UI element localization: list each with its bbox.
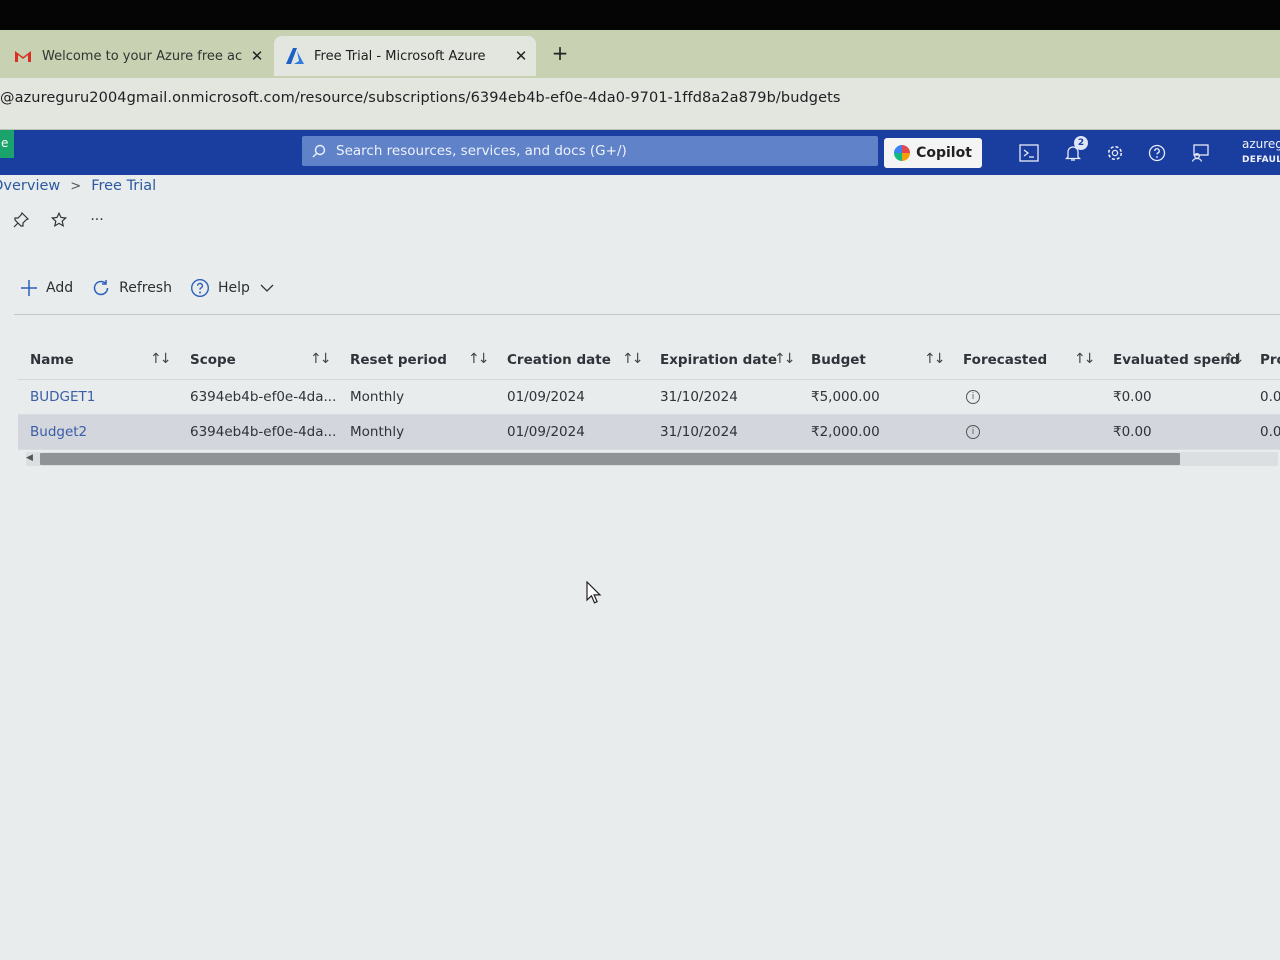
table-row[interactable]: BUDGET1 6394eb4b-ef0e-4da... Monthly 01/… [18, 380, 1280, 415]
azure-header: e Search resources, services, and docs (… [0, 130, 1280, 175]
budget-evaluated-spend: ₹0.00 [1113, 389, 1152, 405]
more-options-icon[interactable]: ··· [88, 212, 106, 232]
horizontal-scrollbar[interactable]: ◀ [26, 452, 1278, 466]
breadcrumb-separator: > [70, 178, 82, 194]
tab-gmail[interactable]: Welcome to your Azure free ac ✕ [0, 36, 272, 76]
chevron-down-icon [260, 283, 274, 293]
command-bar-divider [14, 314, 1280, 315]
sort-icon[interactable]: ↑↓ [622, 351, 644, 367]
budget-reset-period: Monthly [350, 389, 405, 405]
add-label: Add [46, 280, 74, 296]
feedback-icon[interactable] [1187, 140, 1213, 166]
help-button[interactable]: Help [190, 278, 274, 298]
monitor-bezel [0, 0, 1280, 34]
address-url[interactable]: @azureguru2004gmail.onmicrosoft.com/reso… [0, 90, 841, 106]
sort-icon[interactable]: ↑↓ [924, 351, 946, 367]
gmail-icon [14, 48, 32, 64]
new-tab-button[interactable]: + [548, 42, 572, 66]
sort-icon[interactable]: ↑↓ [310, 351, 332, 367]
portal-brand[interactable]: e [0, 130, 14, 158]
info-icon[interactable]: i [966, 425, 980, 439]
azure-icon [286, 48, 304, 64]
account-menu[interactable]: azureg DEFAULT [1242, 136, 1280, 168]
pin-icon[interactable] [12, 211, 30, 232]
copilot-icon [894, 145, 911, 161]
close-tab-icon[interactable]: ✕ [506, 47, 536, 65]
budget-scope: 6394eb4b-ef0e-4da... [190, 389, 337, 405]
breadcrumb-free-trial-link[interactable]: Free Trial [91, 178, 156, 194]
account-name: azureg [1242, 137, 1280, 151]
favorite-star-icon[interactable] [50, 211, 68, 232]
column-header-expiration-date[interactable]: Expiration date [660, 352, 777, 368]
table-row[interactable]: Budget2 6394eb4b-ef0e-4da... Monthly 01/… [18, 415, 1280, 450]
budget-amount: ₹5,000.00 [811, 389, 880, 405]
column-header-forecasted[interactable]: Forecasted [963, 352, 1047, 368]
sort-icon[interactable]: ↑↓ [1223, 351, 1245, 367]
tab-title: Welcome to your Azure free ac [42, 48, 242, 64]
budget-creation-date: 01/09/2024 [507, 424, 585, 440]
sort-icon[interactable]: ↑↓ [150, 351, 172, 367]
budget-name-link[interactable]: Budget2 [30, 424, 87, 440]
help-question-icon[interactable] [1144, 140, 1170, 166]
column-header-budget[interactable]: Budget [811, 352, 866, 368]
page-actions: ··· [12, 211, 106, 232]
sort-icon[interactable]: ↑↓ [1074, 351, 1096, 367]
column-header-creation-date[interactable]: Creation date [507, 352, 611, 368]
search-placeholder: Search resources, services, and docs (G+… [336, 143, 627, 159]
table-header: Name ↑↓ Scope ↑↓ Reset period ↑↓ Creatio… [18, 340, 1280, 380]
command-bar: Add Refresh Help [20, 278, 292, 298]
add-button[interactable]: Add [20, 279, 73, 297]
sort-icon[interactable]: ↑↓ [468, 351, 490, 367]
budget-progress: 0.0 [1260, 389, 1280, 405]
column-header-progress[interactable]: Pro [1260, 352, 1280, 368]
budget-evaluated-spend: ₹0.00 [1113, 424, 1152, 440]
scroll-left-arrow-icon[interactable]: ◀ [26, 453, 33, 463]
breadcrumb-overview-link[interactable]: Overview [0, 178, 60, 194]
budgets-table: Name ↑↓ Scope ↑↓ Reset period ↑↓ Creatio… [18, 340, 1280, 466]
refresh-icon [91, 278, 111, 298]
help-circle-icon [190, 278, 210, 298]
budget-expiration-date: 31/10/2024 [660, 424, 738, 440]
budget-scope: 6394eb4b-ef0e-4da... [190, 424, 337, 440]
settings-gear-icon[interactable] [1102, 140, 1128, 166]
refresh-button[interactable]: Refresh [91, 278, 172, 298]
tab-azure[interactable]: Free Trial - Microsoft Azure ✕ [274, 36, 536, 76]
column-header-name[interactable]: Name [30, 352, 74, 368]
breadcrumb: Overview > Free Trial [0, 178, 156, 194]
account-directory: DEFAULT [1242, 155, 1280, 165]
help-label: Help [217, 280, 250, 296]
tab-title: Free Trial - Microsoft Azure [314, 48, 486, 64]
budget-creation-date: 01/09/2024 [507, 389, 585, 405]
address-bar[interactable]: @azureguru2004gmail.onmicrosoft.com/reso… [0, 78, 1280, 130]
copilot-button[interactable]: Copilot [884, 138, 982, 168]
cloud-shell-icon[interactable] [1016, 140, 1042, 166]
budget-reset-period: Monthly [350, 424, 405, 440]
refresh-label: Refresh [119, 280, 172, 296]
sort-icon[interactable]: ↑↓ [774, 351, 796, 367]
global-search-input[interactable]: Search resources, services, and docs (G+… [302, 136, 878, 166]
copilot-label: Copilot [916, 145, 972, 161]
budget-expiration-date: 31/10/2024 [660, 389, 738, 405]
column-header-reset-period[interactable]: Reset period [350, 352, 447, 368]
notifications-bell-icon[interactable]: 2 [1060, 136, 1088, 166]
budget-progress: 0.0 [1260, 424, 1280, 440]
column-header-evaluated-spend[interactable]: Evaluated spend [1113, 352, 1240, 368]
close-tab-icon[interactable]: ✕ [242, 47, 272, 65]
column-header-scope[interactable]: Scope [190, 352, 236, 368]
notification-count-badge: 2 [1074, 136, 1088, 150]
plus-icon [20, 279, 38, 297]
scrollbar-thumb[interactable] [40, 453, 1180, 465]
budget-amount: ₹2,000.00 [811, 424, 880, 440]
browser-tab-strip: Welcome to your Azure free ac ✕ Free Tri… [0, 30, 1280, 78]
mouse-cursor-icon [586, 580, 602, 609]
budget-name-link[interactable]: BUDGET1 [30, 389, 95, 405]
info-icon[interactable]: i [966, 390, 980, 404]
search-icon [312, 144, 326, 158]
